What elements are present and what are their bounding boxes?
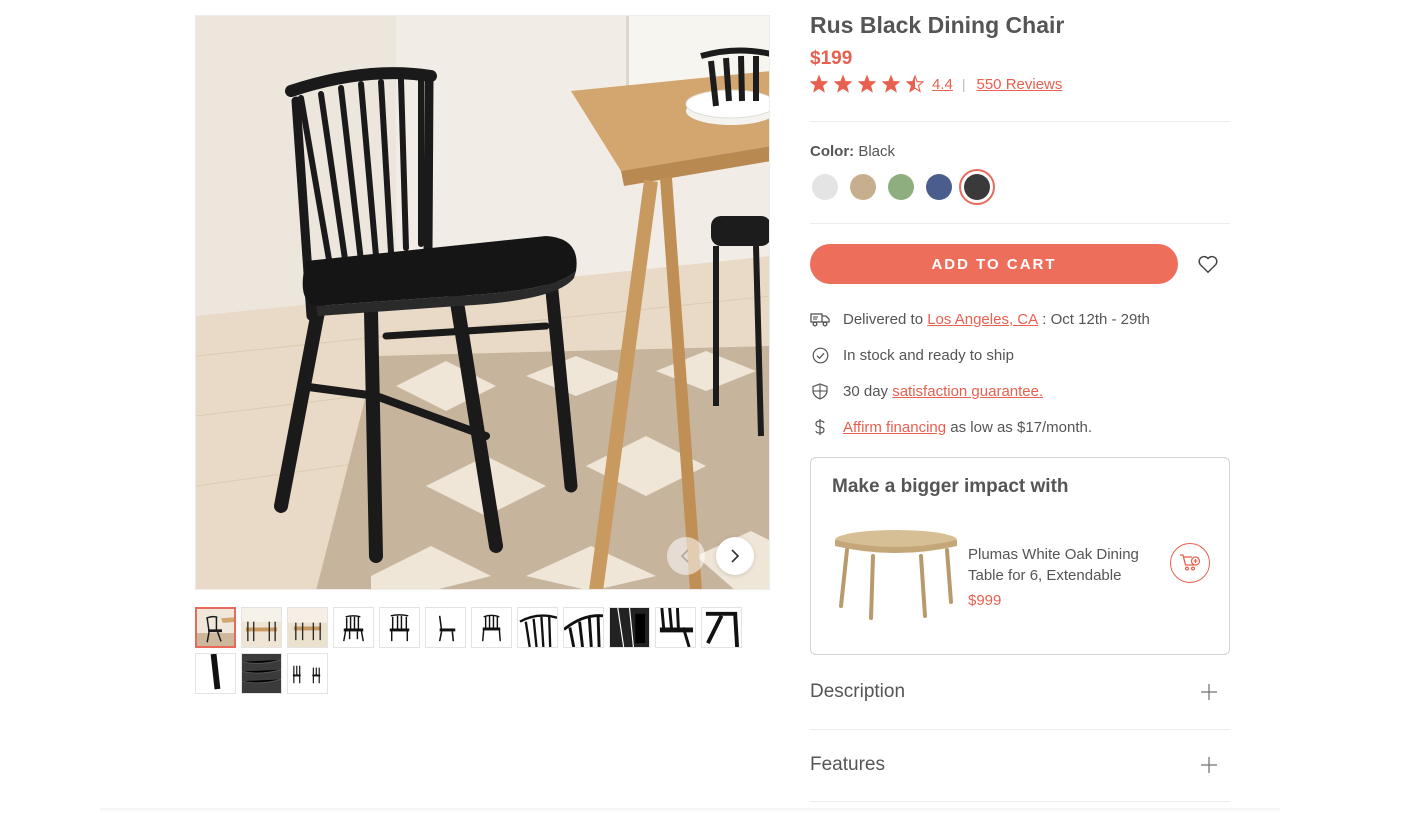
guarantee-info: 30 day satisfaction guarantee. [810,381,1043,401]
thumbnail-14[interactable] [241,653,282,694]
selected-color-name: Black [858,143,896,160]
features-label: Features [810,754,885,775]
thumbnail-9[interactable] [563,607,604,648]
next-image-button[interactable] [716,537,754,575]
thumbnail-5[interactable] [379,607,420,648]
delivery-prefix: Delivered to [843,310,924,328]
thumbnail-7[interactable] [471,607,512,648]
chevron-left-icon [680,549,689,563]
upsell-add-to-cart-button[interactable] [1170,543,1210,583]
stock-text: In stock and ready to ship [843,346,1014,364]
black-swatch[interactable] [959,169,995,205]
shield-icon [810,381,830,401]
natural-oak-swatch[interactable] [850,174,876,200]
upsell-card: Make a bigger impact with Plumas White O… [810,457,1230,655]
financing-info: Affirm financing as low as $17/month. [810,417,1092,437]
thumbnail-10[interactable] [609,607,650,648]
satisfaction-guarantee-link[interactable]: satisfaction guarantee. [892,383,1043,400]
thumbnail-3[interactable] [287,607,328,648]
navy-blue-swatch[interactable] [926,174,952,200]
check-circle-icon [810,345,830,365]
thumbnail-2[interactable] [241,607,282,648]
previous-image-button[interactable] [667,537,705,575]
chevron-right-icon [731,549,740,563]
thumbnail-6[interactable] [425,607,466,648]
color-label-prefix: Color: [810,143,855,160]
rating-stars [810,75,930,93]
thumbnail-strip [195,607,755,699]
divider [810,223,1230,224]
plus-icon [1201,757,1217,773]
product-title: Rus Black Dining Chair [810,12,1065,38]
features-accordion[interactable]: Features [810,745,1230,785]
description-accordion[interactable]: Description [810,672,1230,712]
color-swatches [812,169,995,205]
product-price: $199 [810,48,853,69]
thumbnail-4[interactable] [333,607,374,648]
delivery-dates: : Oct 12th - 29th [1042,310,1150,328]
financing-suffix: as low as $17/month. [950,418,1093,436]
product-main-image[interactable] [195,15,770,590]
rating-separator: | [961,76,966,92]
thumbnail-15[interactable] [287,653,328,694]
delivery-location-link[interactable]: Los Angeles, CA [927,311,1038,328]
plus-icon [1201,684,1217,700]
dollar-icon [810,417,830,437]
affirm-financing-link[interactable]: Affirm financing [843,419,946,436]
upsell-product-name[interactable]: Plumas White Oak Dining Table for 6, Ext… [968,544,1158,586]
star-full-icon [834,75,852,93]
upsell-heading: Make a bigger impact with [832,476,1069,497]
chair-photo [196,16,769,589]
upsell-table-image[interactable] [833,526,959,624]
white-swatch[interactable] [812,174,838,200]
divider [810,729,1230,730]
divider [810,121,1230,122]
thumbnail-13[interactable] [195,653,236,694]
star-half-icon [906,75,924,93]
delivery-truck-icon [810,309,830,329]
rating-value-link[interactable]: 4.4 [932,76,953,93]
thumbnail-12[interactable] [701,607,742,648]
color-label: Color: Black [810,143,895,160]
guarantee-prefix: 30 day [843,382,889,400]
reviews-link[interactable]: 550 Reviews [977,76,1063,93]
star-full-icon [810,75,828,93]
delivery-info: Delivered to Los Angeles, CA : Oct 12th … [810,309,1150,329]
add-to-cart-button[interactable]: ADD TO CART [810,244,1178,284]
stock-info: In stock and ready to ship [810,345,1014,365]
page-bottom-shadow [100,808,1280,813]
description-label: Description [810,681,906,702]
star-full-icon [882,75,900,93]
star-full-icon [858,75,876,93]
thumbnail-1[interactable] [195,607,236,648]
cart-plus-icon [1180,554,1201,571]
sage-green-swatch[interactable] [888,174,914,200]
upsell-product-price: $999 [968,592,1002,609]
rating-row: 4.4 | 550 Reviews [810,74,1062,94]
thumbnail-11[interactable] [655,607,696,648]
thumbnail-8[interactable] [517,607,558,648]
wishlist-heart-icon[interactable] [1197,253,1219,275]
divider [810,801,1230,802]
